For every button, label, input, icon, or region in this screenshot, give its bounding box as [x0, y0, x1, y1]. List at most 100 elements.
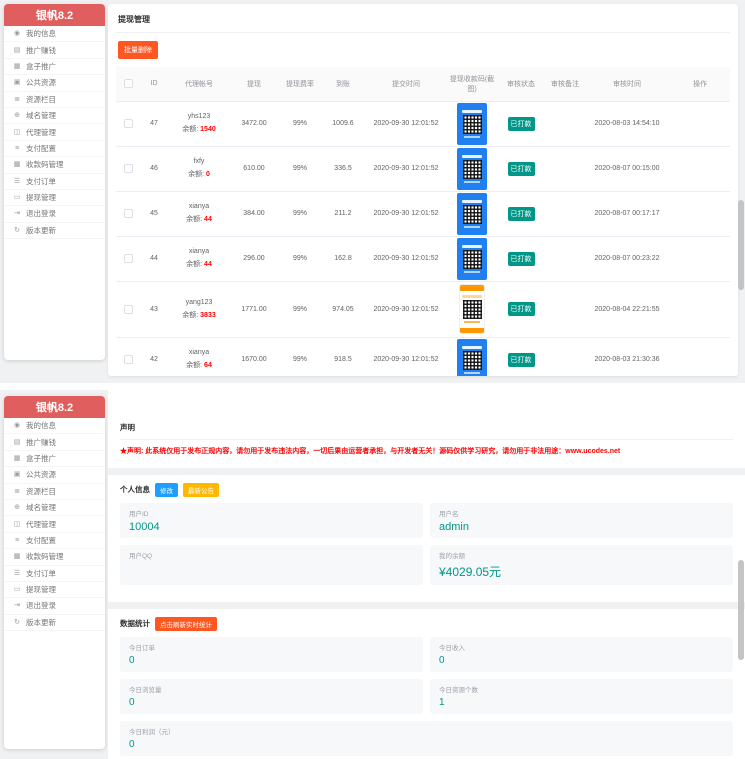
- qr-code-image[interactable]: [457, 193, 487, 235]
- withdraw-table: ID 代理帐号 提现 提现费率 到账 提交时间 提现收款码(截图) 审核状态 审…: [116, 67, 730, 376]
- edit-profile-button[interactable]: 修改: [155, 483, 178, 497]
- cell-submit-time: 2020-09-30 12:01:52: [364, 337, 448, 376]
- sidebar: 银帆8.2 ◉我的信息 ▤推广赚钱 ▦盒子推广 ▣公共资源 ≣资源栏目 ⊕域名管…: [4, 396, 105, 749]
- qr-code-image[interactable]: [457, 103, 487, 145]
- sidebar-item-promo[interactable]: ▤推广赚钱: [4, 42, 105, 58]
- sidebar-nav: ◉我的信息 ▤推广赚钱 ▦盒子推广 ▣公共资源 ≣资源栏目 ⊕域名管理 ◫代理管…: [4, 418, 105, 631]
- qr-code-image[interactable]: [457, 238, 487, 280]
- sidebar-item-qrcode[interactable]: ▩收款码管理: [4, 549, 105, 565]
- pay-config-icon: ≡: [13, 537, 21, 544]
- status-badge: 已打款: [508, 207, 535, 221]
- logout-icon: ⇥: [13, 602, 21, 609]
- user-icon: ◉: [13, 422, 21, 429]
- sidebar-item-public-resource[interactable]: ▣公共资源: [4, 75, 105, 91]
- qr-code-image[interactable]: [457, 339, 487, 377]
- cell-audit-time: 2020-08-04 22:21:55: [584, 281, 670, 337]
- table-row: 47 yhs123余额: 1540 3472.00 99% 1009.6 202…: [116, 101, 730, 146]
- sidebar-item-logout[interactable]: ⇥退出登录: [4, 598, 105, 614]
- status-badge: 已打款: [508, 252, 535, 266]
- resource-list-icon: ≣: [13, 488, 21, 495]
- col-qr: 提现收款码(截图): [448, 67, 496, 101]
- row-checkbox[interactable]: [124, 305, 133, 314]
- status-badge: 已打款: [508, 117, 535, 131]
- cell-agent: yang123余额: 3833: [168, 281, 230, 337]
- table-row: 42 xianya余额: 64 1670.00 99% 918.5 2020-0…: [116, 337, 730, 376]
- update-icon: ↻: [13, 619, 21, 626]
- pay-config-icon: ≡: [13, 145, 21, 152]
- cell-agent: fxfy余额: 0: [168, 146, 230, 191]
- sidebar-item-pay-order[interactable]: ☰支付订单: [4, 566, 105, 582]
- sidebar-item-my-info[interactable]: ◉我的信息: [4, 418, 105, 434]
- cell-arrival: 162.8: [322, 236, 364, 281]
- withdraw-icon: ▭: [13, 194, 21, 201]
- status-badge: 已打款: [508, 162, 535, 176]
- sidebar-item-pay-config[interactable]: ≡支付配置: [4, 533, 105, 549]
- row-checkbox[interactable]: [124, 254, 133, 263]
- scrollbar-thumb[interactable]: [738, 560, 744, 660]
- cell-action: [670, 337, 730, 376]
- qr-code-image[interactable]: [459, 284, 485, 334]
- cell-rate: 99%: [278, 281, 322, 337]
- cell-audit-time: 2020-08-03 21:30:36: [584, 337, 670, 376]
- sidebar-item-box-promo[interactable]: ▦盒子推广: [4, 59, 105, 75]
- sidebar-item-agent[interactable]: ◫代理管理: [4, 516, 105, 532]
- sidebar-nav: ◉我的信息 ▤推广赚钱 ▦盒子推广 ▣公共资源 ≣资源栏目 ⊕域名管理 ◫代理管…: [4, 26, 105, 239]
- sidebar-item-update[interactable]: ↻版本更新: [4, 615, 105, 631]
- cell-arrival: 1009.6: [322, 101, 364, 146]
- section-divider: [108, 468, 745, 475]
- row-checkbox[interactable]: [124, 119, 133, 128]
- cell-amount: 1670.00: [230, 337, 278, 376]
- batch-delete-button[interactable]: 批量删除: [118, 41, 158, 59]
- row-checkbox[interactable]: [124, 355, 133, 364]
- cell-qr: [448, 236, 496, 281]
- col-status: 审核状态: [496, 67, 546, 101]
- notice-button[interactable]: 最新公告: [183, 483, 219, 497]
- scrollbar-thumb[interactable]: [738, 200, 744, 290]
- cell-amount: 3472.00: [230, 101, 278, 146]
- col-id: ID: [140, 67, 168, 101]
- cell-arrival: 974.05: [322, 281, 364, 337]
- withdraw-main-panel: 提现管理 批量删除 ID 代理帐号 提现 提现费率 到账 提: [108, 4, 738, 376]
- sidebar-item-pay-order[interactable]: ☰支付订单: [4, 174, 105, 190]
- col-audit-time: 审核时间: [584, 67, 670, 101]
- sidebar-item-public-resource[interactable]: ▣公共资源: [4, 467, 105, 483]
- cell-id: 45: [140, 191, 168, 236]
- table-row: 45 xianya余额: 44 384.00 99% 211.2 2020-09…: [116, 191, 730, 236]
- sidebar-item-my-info[interactable]: ◉我的信息: [4, 26, 105, 42]
- sidebar-item-update[interactable]: ↻版本更新: [4, 223, 105, 239]
- row-checkbox[interactable]: [124, 209, 133, 218]
- sidebar-item-agent[interactable]: ◫代理管理: [4, 124, 105, 140]
- cell-amount: 610.00: [230, 146, 278, 191]
- sidebar-item-box-promo[interactable]: ▦盒子推广: [4, 451, 105, 467]
- withdraw-screen: 银帆8.2 ◉我的信息 ▤推广赚钱 ▦盒子推广 ▣公共资源 ≣资源栏目 ⊕域名管…: [0, 0, 745, 383]
- page-title: 提现管理: [116, 14, 730, 33]
- cell-status: 已打款: [496, 146, 546, 191]
- cell-action: [670, 191, 730, 236]
- cell-amount: 384.00: [230, 191, 278, 236]
- sidebar-item-promo[interactable]: ▤推广赚钱: [4, 434, 105, 450]
- sidebar-item-resource-list[interactable]: ≣资源栏目: [4, 92, 105, 108]
- cell-submit-time: 2020-09-30 12:01:52: [364, 191, 448, 236]
- field-balance: 我的余额 ¥4029.05元: [430, 545, 733, 585]
- sidebar-item-withdraw[interactable]: ▭提现管理: [4, 190, 105, 206]
- cell-agent: xianya余额: 44: [168, 191, 230, 236]
- domain-icon: ⊕: [13, 112, 21, 119]
- sidebar-item-pay-config[interactable]: ≡支付配置: [4, 141, 105, 157]
- sidebar-item-withdraw[interactable]: ▭提现管理: [4, 582, 105, 598]
- statement-warning: ★声明: 此系统仅用于发布正规内容，请勿用于发布违法内容，一切后果由运营者承担，…: [120, 447, 733, 458]
- sidebar-item-resource-list[interactable]: ≣资源栏目: [4, 484, 105, 500]
- sidebar-item-domain[interactable]: ⊕域名管理: [4, 108, 105, 124]
- sidebar: 银帆8.2 ◉我的信息 ▤推广赚钱 ▦盒子推广 ▣公共资源 ≣资源栏目 ⊕域名管…: [4, 4, 105, 360]
- sidebar-item-domain[interactable]: ⊕域名管理: [4, 500, 105, 516]
- col-submit-time: 提交时间: [364, 67, 448, 101]
- sidebar-item-logout[interactable]: ⇥退出登录: [4, 206, 105, 222]
- cell-id: 47: [140, 101, 168, 146]
- refresh-stats-button[interactable]: 点击刷新实时统计: [155, 617, 217, 631]
- select-all-checkbox[interactable]: [124, 79, 133, 88]
- qr-code-image[interactable]: [457, 148, 487, 190]
- row-checkbox[interactable]: [124, 164, 133, 173]
- logout-icon: ⇥: [13, 210, 21, 217]
- cell-qr: [448, 191, 496, 236]
- cell-action: [670, 281, 730, 337]
- sidebar-item-qrcode[interactable]: ▩收款码管理: [4, 157, 105, 173]
